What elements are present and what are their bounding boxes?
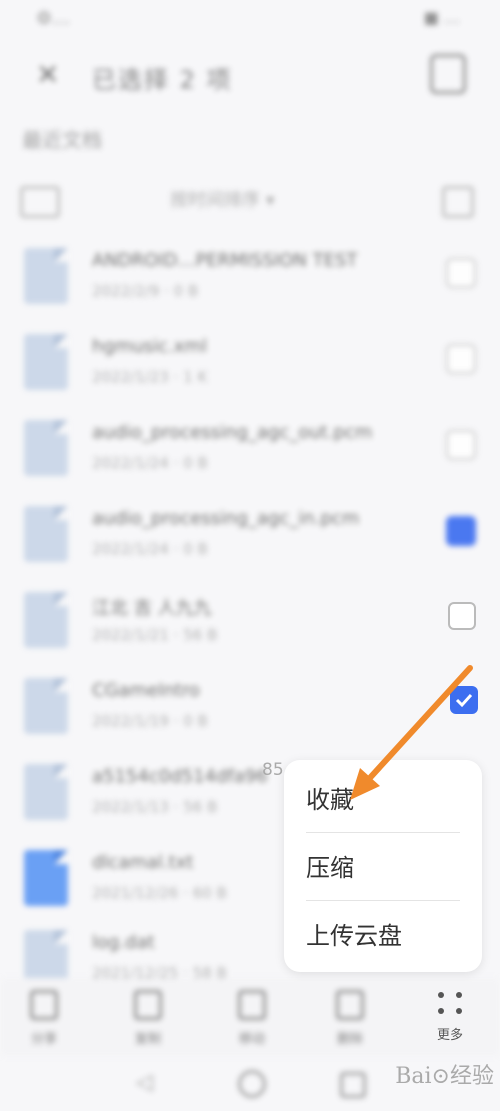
file-name: CGameIntro xyxy=(92,680,200,701)
sort-dropdown[interactable]: 按时间排序 ▾ xyxy=(170,186,275,212)
more-button[interactable]: 更多 xyxy=(420,990,480,1043)
file-icon xyxy=(24,248,68,304)
file-icon xyxy=(24,850,68,906)
file-meta: 2022/1/24 · 0 B xyxy=(92,454,208,472)
file-meta: 2021/12/26 · 60 B xyxy=(92,884,227,902)
file-checkbox-checked[interactable] xyxy=(446,516,476,546)
file-meta: 2022/1/13 · 56 B xyxy=(92,798,218,816)
file-icon xyxy=(24,678,68,734)
action-label: 删除 xyxy=(336,1032,363,1047)
file-meta: 2022/1/21 · 56 B xyxy=(92,626,218,644)
back-icon[interactable]: ◁ xyxy=(136,1070,153,1095)
header: ✕ 已选择 2 项 xyxy=(0,44,500,108)
more-popup-menu: 收藏 压缩 上传云盘 xyxy=(284,760,482,972)
menu-item-upload-cloud[interactable]: 上传云盘 xyxy=(306,902,460,970)
home-icon[interactable] xyxy=(238,1070,266,1098)
file-row[interactable]: audio_processing_agc_in.pcm 2022/1/24 · … xyxy=(0,494,500,578)
list-view-icon[interactable] xyxy=(442,186,474,218)
file-icon xyxy=(24,506,68,562)
file-meta: 2022/2/9 · 0 B xyxy=(92,282,199,300)
share-button[interactable]: 分享 xyxy=(14,990,74,1047)
file-checkbox[interactable] xyxy=(448,602,476,630)
toolbar: 按时间排序 ▾ xyxy=(0,180,500,220)
file-row[interactable]: audio_processing_agc_out.pcm 2022/1/24 ·… xyxy=(0,408,500,492)
section-title: 最近文档 xyxy=(22,128,102,152)
watermark: Bai⊙经验 xyxy=(395,1064,494,1089)
file-name: hgmusic.xml xyxy=(92,336,207,357)
file-name: audio_processing_agc_out.pcm xyxy=(92,422,373,443)
status-left: ⚙… xyxy=(36,8,71,29)
action-label: 分享 xyxy=(30,1032,57,1047)
page-title: 已选择 2 项 xyxy=(92,66,233,94)
select-all-icon[interactable] xyxy=(430,54,466,94)
copy-icon xyxy=(134,990,162,1020)
file-checkbox[interactable] xyxy=(446,344,476,374)
menu-item-compress[interactable]: 压缩 xyxy=(306,834,460,902)
file-row[interactable]: hgmusic.xml 2022/1/23 · 1 K xyxy=(0,322,500,406)
menu-divider xyxy=(306,900,460,901)
file-meta: 2022/1/19 · 0 B xyxy=(92,712,208,730)
status-right: ■ … xyxy=(423,8,460,27)
file-name: a5154c0d514dfa96 xyxy=(92,766,268,787)
file-meta: 2022/1/23 · 1 K xyxy=(92,368,208,386)
file-icon xyxy=(24,764,68,820)
delete-icon xyxy=(336,990,364,1020)
recent-apps-icon[interactable] xyxy=(340,1072,366,1098)
status-bar: ⚙… ■ … xyxy=(0,0,500,40)
folder-icon[interactable] xyxy=(20,186,60,218)
file-checkbox[interactable] xyxy=(446,430,476,460)
file-row[interactable]: ANDROID…PERMISSION TEST 2022/2/9 · 0 B xyxy=(0,236,500,320)
file-name: 江北 吉 人九九 xyxy=(92,598,212,619)
file-row[interactable]: 江北 吉 人九九 2022/1/21 · 56 B xyxy=(0,580,500,664)
more-dots-icon xyxy=(436,990,464,1016)
action-label: 复制 xyxy=(134,1032,161,1047)
file-icon xyxy=(24,334,68,390)
move-button[interactable]: 移动 xyxy=(222,990,282,1047)
move-icon xyxy=(238,990,266,1020)
close-icon[interactable]: ✕ xyxy=(36,58,59,91)
share-icon xyxy=(30,990,58,1020)
menu-divider xyxy=(306,832,460,833)
file-row[interactable]: CGameIntro 2022/1/19 · 0 B xyxy=(0,666,500,750)
more-label: 更多 xyxy=(436,1028,463,1043)
file-icon xyxy=(24,592,68,648)
file-checkbox[interactable] xyxy=(446,258,476,288)
delete-button[interactable]: 删除 xyxy=(320,990,380,1047)
file-name: ANDROID…PERMISSION TEST xyxy=(92,250,358,271)
file-name: log.dat xyxy=(92,932,155,953)
file-icon xyxy=(24,420,68,476)
action-label: 移动 xyxy=(238,1032,265,1047)
file-name: dlcamal.txt xyxy=(92,852,194,873)
stray-number: 85 xyxy=(262,760,284,780)
file-name: audio_processing_agc_in.pcm xyxy=(92,508,360,529)
check-icon xyxy=(455,693,473,708)
file-checkbox-checked[interactable] xyxy=(450,686,478,714)
copy-button[interactable]: 复制 xyxy=(118,990,178,1047)
file-meta: 2022/1/24 · 0 B xyxy=(92,540,208,558)
menu-item-favorite[interactable]: 收藏 xyxy=(306,766,460,834)
